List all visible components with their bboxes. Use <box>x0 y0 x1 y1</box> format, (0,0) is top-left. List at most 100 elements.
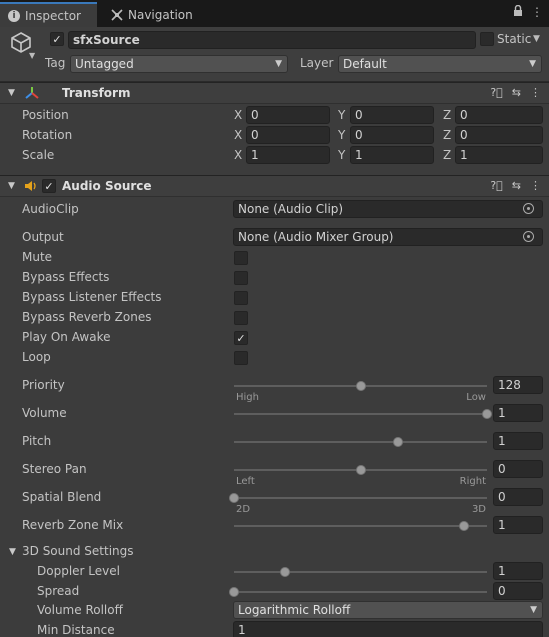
scale-x-field[interactable]: 1 <box>246 146 330 164</box>
object-name-field[interactable]: sfxSource <box>68 31 476 49</box>
info-icon: i <box>8 9 20 22</box>
volume-slider-track[interactable] <box>234 413 487 415</box>
stereo-pan-label: Stereo Pan <box>22 462 87 476</box>
transform-row-label: Position <box>22 108 69 122</box>
scale-y-field[interactable]: 1 <box>350 146 434 164</box>
priority-slider-handle[interactable] <box>355 381 366 391</box>
foldout-arrow-icon[interactable]: ▼ <box>9 547 16 557</box>
volume-rolloff-dropdown[interactable]: Logarithmic Rolloff ▼ <box>233 601 543 619</box>
axis-x-label: X <box>234 148 243 162</box>
pitch-value-field[interactable]: 1 <box>493 432 543 450</box>
spread-value-field[interactable]: 0 <box>493 582 543 600</box>
scale-z-field[interactable]: 1 <box>455 146 543 164</box>
audioclip-label: AudioClip <box>22 202 79 216</box>
foldout-arrow-icon[interactable]: ▼ <box>8 88 15 98</box>
volume-value-field[interactable]: 1 <box>493 404 543 422</box>
spread-slider-handle[interactable] <box>229 587 239 597</box>
pitch-slider-track[interactable] <box>234 441 487 443</box>
reverb-zone-mix-slider-handle[interactable] <box>459 521 470 531</box>
3d-sound-settings-title[interactable]: 3D Sound Settings <box>22 544 134 558</box>
doppler-level-slider-track[interactable] <box>234 571 487 573</box>
tab-bar: i Inspector Navigation ⋮ <box>0 0 549 27</box>
layer-dropdown-value: Default <box>343 57 387 71</box>
layer-dropdown[interactable]: Default ▼ <box>338 55 542 73</box>
transform-icon <box>24 86 40 103</box>
icon-dropdown-caret[interactable]: ▼ <box>29 51 35 60</box>
spatial-blend-slider-track[interactable] <box>234 497 487 499</box>
chevron-down-icon: ▼ <box>530 605 537 615</box>
spatial-blend-min-caption: 2D <box>236 504 251 515</box>
reverb-zone-mix-value-field[interactable]: 1 <box>493 516 543 534</box>
preset-icon[interactable]: ⇆ <box>512 86 521 99</box>
doppler-level-slider-handle[interactable] <box>279 567 290 577</box>
spread-slider-track[interactable] <box>234 591 487 593</box>
priority-value-field[interactable]: 128 <box>493 376 543 394</box>
audio-source-header[interactable]: ▼ ✓ Audio Source ?⃝ ⇆ ⋮ <box>0 175 549 197</box>
doppler-level-value-field[interactable]: 1 <box>493 562 543 580</box>
bypass-reverb-zones-checkbox[interactable] <box>234 311 248 325</box>
tab-navigation-label: Navigation <box>128 7 193 22</box>
stereo-pan-min-caption: Left <box>236 476 255 487</box>
axis-z-label: Z <box>443 148 452 162</box>
rotation-z-field[interactable]: 0 <box>455 126 543 144</box>
help-icon[interactable]: ?⃝ <box>490 179 502 192</box>
toggle-label: Bypass Effects <box>22 270 110 284</box>
volume-rolloff-label: Volume Rolloff <box>37 603 123 617</box>
reverb-zone-mix-label: Reverb Zone Mix <box>22 518 124 532</box>
spatial-blend-value-field[interactable]: 0 <box>493 488 543 506</box>
static-checkbox[interactable] <box>480 32 494 46</box>
output-label: Output <box>22 230 64 244</box>
transform-header[interactable]: ▼ Transform ?⃝ ⇆ ⋮ <box>0 82 549 104</box>
position-x-field[interactable]: 0 <box>246 106 330 124</box>
lock-icon[interactable] <box>513 4 523 20</box>
active-checkbox[interactable]: ✓ <box>50 32 64 46</box>
object-picker-icon[interactable] <box>523 231 534 242</box>
transform-row-label: Scale <box>22 148 55 162</box>
priority-label: Priority <box>22 378 65 392</box>
navigation-icon <box>111 8 123 21</box>
tab-inspector[interactable]: i Inspector <box>0 2 97 27</box>
position-z-field[interactable]: 0 <box>455 106 543 124</box>
tag-label: Tag <box>45 56 66 70</box>
position-y-field[interactable]: 0 <box>350 106 434 124</box>
audio-source-enabled-checkbox[interactable]: ✓ <box>42 179 56 193</box>
static-dropdown-caret[interactable]: ▼ <box>533 34 540 44</box>
tag-dropdown[interactable]: Untagged ▼ <box>70 55 288 73</box>
chevron-down-icon: ▼ <box>275 59 282 69</box>
audioclip-field[interactable]: None (Audio Clip) <box>233 200 543 218</box>
bypass-listener-effects-checkbox[interactable] <box>234 291 248 305</box>
min-distance-label: Min Distance <box>37 623 115 637</box>
object-picker-icon[interactable] <box>523 203 534 214</box>
play-on-awake-checkbox[interactable]: ✓ <box>234 331 248 345</box>
help-icon[interactable]: ?⃝ <box>490 86 502 99</box>
rotation-y-field[interactable]: 0 <box>350 126 434 144</box>
output-field[interactable]: None (Audio Mixer Group) <box>233 228 543 246</box>
audio-source-title: Audio Source <box>62 179 152 193</box>
preset-icon[interactable]: ⇆ <box>512 179 521 192</box>
mute-checkbox[interactable] <box>234 251 248 265</box>
stereo-pan-slider-handle[interactable] <box>355 465 366 475</box>
loop-checkbox[interactable] <box>234 351 248 365</box>
foldout-arrow-icon[interactable]: ▼ <box>8 181 15 191</box>
spatial-blend-label: Spatial Blend <box>22 490 102 504</box>
more-menu-icon[interactable]: ⋮ <box>530 86 541 99</box>
axis-y-label: Y <box>338 128 346 142</box>
more-menu-icon[interactable]: ⋮ <box>530 179 541 192</box>
chevron-down-icon: ▼ <box>529 59 536 69</box>
pitch-label: Pitch <box>22 434 52 448</box>
tab-navigation[interactable]: Navigation <box>103 2 203 27</box>
bypass-effects-checkbox[interactable] <box>234 271 248 285</box>
stereo-pan-value-field[interactable]: 0 <box>493 460 543 478</box>
reverb-zone-mix-slider-track[interactable] <box>234 525 487 527</box>
toggle-label: Loop <box>22 350 51 364</box>
spread-label: Spread <box>37 584 80 598</box>
rotation-x-field[interactable]: 0 <box>246 126 330 144</box>
min-distance-field[interactable]: 1 <box>233 621 543 637</box>
more-menu-icon[interactable]: ⋮ <box>531 5 543 20</box>
spatial-blend-slider-handle[interactable] <box>229 493 239 503</box>
pitch-slider-handle[interactable] <box>393 437 404 447</box>
object-header: ▼ ✓ sfxSource Static ▼ Tag Untagged ▼ La… <box>0 27 549 82</box>
priority-max-caption: Low <box>466 392 486 403</box>
volume-slider-handle[interactable] <box>482 409 492 419</box>
toggle-label: Bypass Listener Effects <box>22 290 162 304</box>
